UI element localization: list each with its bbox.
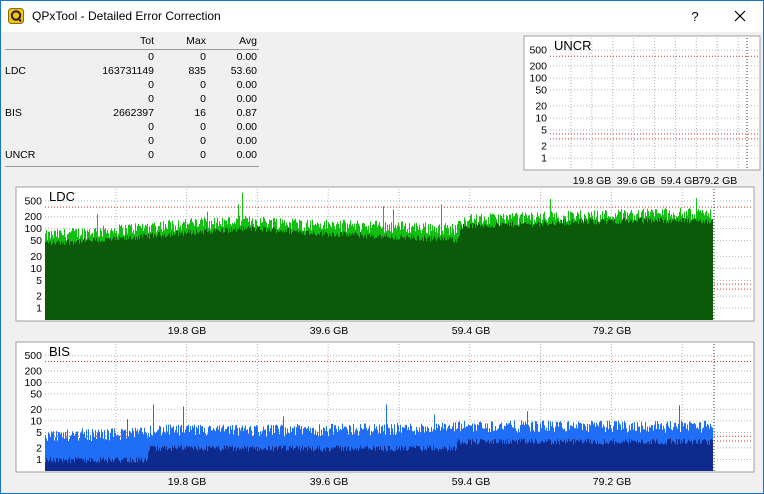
y-tick-label: 200 [24, 365, 42, 377]
y-tick-label: 200 [24, 211, 42, 223]
qpxtool-logo-icon [8, 8, 24, 24]
title-bar[interactable]: QPxTool - Detailed Error Correction ? [1, 1, 763, 32]
x-tick-label: 19.8 GB [168, 325, 207, 337]
client-area: Tot Max Avg 0 0 0.00 LDC 163731149 835 5… [1, 32, 763, 493]
chart-title: BIS [49, 344, 70, 359]
y-tick-label: 10 [30, 263, 42, 275]
help-button[interactable]: ? [677, 1, 713, 32]
y-tick-label: 5 [541, 125, 547, 137]
y-tick-label: 100 [529, 72, 547, 84]
y-tick-label: 5 [36, 275, 42, 287]
y-tick-label: 5 [36, 427, 42, 439]
y-tick-label: 500 [24, 195, 42, 207]
qpxtool-window: QPxTool - Detailed Error Correction ? To… [0, 0, 764, 494]
y-tick-label: 200 [529, 60, 547, 72]
x-tick-label: 79.2 GB [593, 476, 632, 488]
y-tick-label: 50 [535, 85, 547, 97]
x-tick-label: 19.8 GB [573, 175, 612, 187]
y-tick-label: 500 [529, 45, 547, 57]
y-tick-label: 1 [36, 303, 42, 315]
y-tick-label: 100 [24, 377, 42, 389]
y-tick-label: 1 [541, 152, 547, 164]
window-title: QPxTool - Detailed Error Correction [32, 9, 221, 23]
y-tick-label: 500 [24, 350, 42, 362]
uncr-chart: 500 20010050 20105 21 19.8 GB 39.6 GB 59.4 GB 7… [523, 35, 761, 187]
x-tick-label: 39.6 GB [310, 325, 349, 337]
chart-title: LDC [49, 189, 75, 204]
chart-title: UNCR [554, 38, 592, 53]
y-tick-label: 1 [36, 454, 42, 466]
x-tick-label: 59.4 GB [661, 175, 700, 187]
y-tick-label: 20 [30, 251, 42, 263]
x-tick-label: 79.2 GB [593, 325, 632, 337]
close-icon [734, 10, 746, 22]
y-tick-label: 20 [535, 100, 547, 112]
y-tick-label: 50 [30, 235, 42, 247]
charts-canvas: 50020010050201052119.8 GB 39.6 GB 59.4 GB 7… [15, 35, 761, 488]
x-tick-label: 59.4 GB [452, 325, 491, 337]
bis-chart: 500 20010050 20105 21 19.8 GB 39.6 GB 59.4 GB 7… [15, 341, 755, 488]
y-tick-label: 50 [30, 389, 42, 401]
x-tick-label: 39.6 GB [310, 476, 349, 488]
y-tick-label: 2 [541, 140, 547, 152]
x-tick-label: 79.2 GB [699, 175, 738, 187]
y-tick-label: 2 [36, 442, 42, 454]
x-tick-label: 19.8 GB [168, 476, 207, 488]
y-tick-label: 10 [535, 112, 547, 124]
y-tick-label: 20 [30, 404, 42, 416]
y-tick-label: 10 [30, 415, 42, 427]
x-tick-label: 39.6 GB [617, 175, 656, 187]
y-tick-label: 2 [36, 291, 42, 303]
x-tick-label: 59.4 GB [452, 476, 491, 488]
y-tick-label: 100 [24, 223, 42, 235]
ldc-chart: 500 20010050 20105 21 19.8 GB 39.6 GB 59.4 GB 7… [15, 186, 755, 337]
close-button[interactable] [717, 1, 763, 32]
